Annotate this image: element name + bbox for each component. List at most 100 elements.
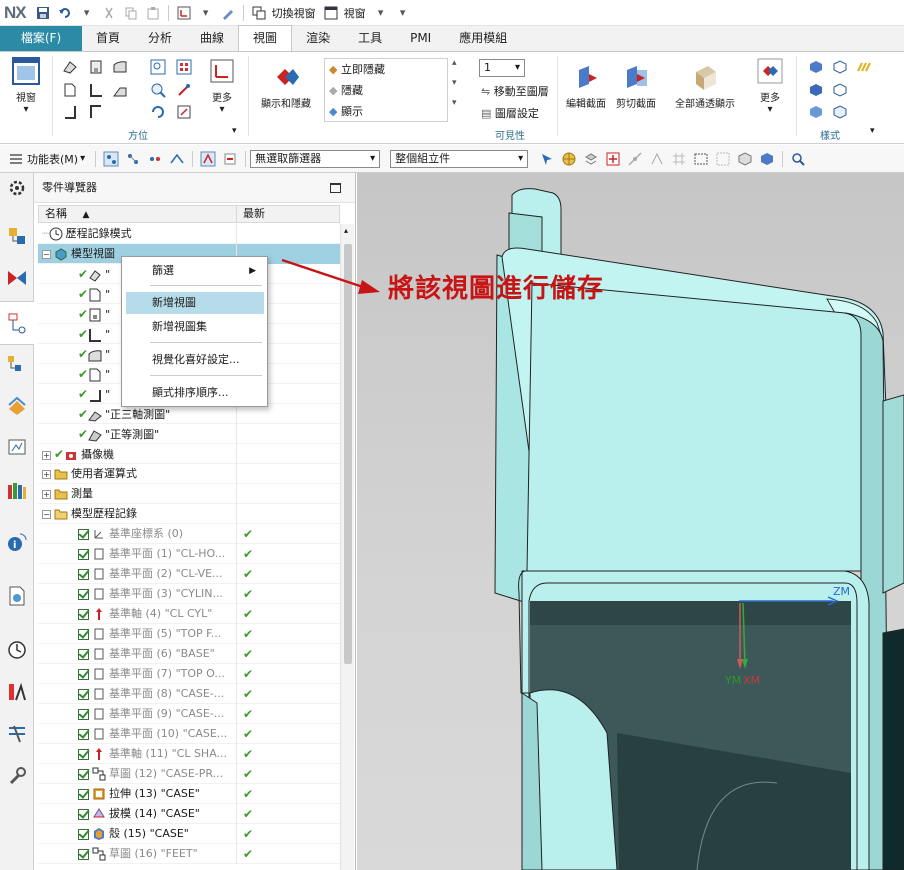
zoom-icon[interactable] [176, 59, 192, 75]
rectangle-select-icon[interactable] [693, 151, 709, 167]
column-latest-header[interactable]: 最新 [237, 206, 265, 222]
magnifier-icon[interactable] [790, 151, 806, 167]
checkbox[interactable] [78, 548, 89, 560]
checkbox[interactable] [78, 768, 89, 780]
rotate-icon[interactable] [150, 104, 166, 120]
checkbox[interactable] [78, 808, 89, 820]
top-view-icon[interactable] [88, 82, 104, 98]
checkbox[interactable] [78, 648, 89, 660]
tree-node-feature[interactable]: 基準平面 (5) "TOP F... ✔ [38, 624, 340, 644]
select-feature-icon[interactable] [103, 151, 119, 167]
group-expand-icon[interactable]: ▾ [870, 126, 875, 136]
checkbox[interactable] [78, 828, 89, 840]
tree-node-feature[interactable]: 基準平面 (10) "CASE... ✔ [38, 724, 340, 744]
solid-body-icon[interactable] [759, 151, 775, 167]
shaded-icon[interactable] [808, 82, 824, 98]
process-studio-icon[interactable] [6, 585, 28, 607]
visibility-scroll[interactable]: ▴ ▾ ▾ [452, 58, 457, 108]
checkbox[interactable] [78, 748, 89, 760]
front-view-icon[interactable] [62, 82, 78, 98]
expand-icon[interactable]: + [42, 469, 51, 479]
edit-section-button[interactable]: 編輯截面 [562, 62, 610, 110]
component-icon[interactable] [737, 151, 753, 167]
undo-icon[interactable] [56, 4, 74, 22]
analysis-icon[interactable] [832, 104, 848, 120]
tree-node-feature[interactable]: 基準平面 (9) "CASE-... ✔ [38, 704, 340, 724]
zoom-window-icon[interactable] [150, 82, 166, 98]
hide-item[interactable]: ◆ 隱藏 [325, 80, 447, 101]
pencil-icon[interactable] [219, 4, 237, 22]
trimetric-icon[interactable] [62, 59, 78, 75]
layer-select[interactable]: 1 [479, 59, 525, 77]
snap-options-icon[interactable] [222, 151, 238, 167]
wcs-icon[interactable] [175, 4, 193, 22]
checkbox[interactable] [78, 528, 89, 540]
checkbox[interactable] [78, 688, 89, 700]
tab-view[interactable]: 視圖 [238, 25, 293, 51]
globe-icon[interactable] [561, 151, 577, 167]
tree-node-feature[interactable]: 基準平面 (6) "BASE" ✔ [38, 644, 340, 664]
scrollbar-thumb[interactable] [344, 244, 352, 664]
collapse-icon[interactable]: − [42, 509, 51, 519]
gear-icon[interactable] [6, 177, 28, 199]
wcs-dropdown-icon[interactable]: ▾ [197, 4, 215, 22]
wireframe-icon[interactable] [832, 59, 848, 75]
clip-section-button[interactable]: 剪切截面 [612, 62, 660, 110]
select-layer-icon[interactable] [583, 151, 599, 167]
checkbox[interactable] [78, 588, 89, 600]
menu-item-new-view[interactable]: 新增視圖 [126, 292, 264, 314]
paste-icon[interactable] [144, 4, 162, 22]
clock-icon[interactable] [6, 639, 28, 661]
constraint-navigator-icon[interactable] [6, 267, 28, 289]
checkbox[interactable] [78, 568, 89, 580]
reuse-library-icon[interactable] [6, 353, 28, 375]
selection-scope-dropdown[interactable]: 整個組立件 [390, 149, 529, 168]
tree-node-feature[interactable]: 草圖 (16) "FEET" ✔ [38, 844, 340, 864]
tree-node-feature[interactable]: 基準平面 (2) "CL-VE... ✔ [38, 564, 340, 584]
partial-shaded-icon[interactable] [808, 104, 824, 120]
tab-pmi[interactable]: PMI [396, 26, 445, 51]
group-expand-icon[interactable]: ▾ [232, 126, 237, 136]
left-view-icon[interactable] [112, 59, 128, 75]
show-item[interactable]: ◆ 顯示 [325, 101, 447, 122]
save-icon[interactable] [34, 4, 52, 22]
menu-item-display-order[interactable]: 顯式排序順序... [126, 382, 264, 404]
tree-node-model-history[interactable]: − 模型歷程記錄 [38, 504, 340, 524]
tree-node-feature[interactable]: 基準平面 (1) "CL-HO... ✔ [38, 544, 340, 564]
checkbox[interactable] [78, 848, 89, 860]
tree-node-feature[interactable]: 基準平面 (7) "TOP O... ✔ [38, 664, 340, 684]
snap-icon[interactable] [200, 151, 216, 167]
checkbox[interactable] [78, 708, 89, 720]
history-palette-icon[interactable] [6, 479, 28, 501]
menu-icon[interactable] [8, 151, 24, 167]
all-see-through-button[interactable]: 全部通透顯示 [668, 62, 742, 110]
scroll-up-icon[interactable]: ▴ [344, 226, 348, 235]
select-assembly-icon[interactable] [125, 151, 141, 167]
window-dropdown-icon[interactable]: ▾ [372, 4, 390, 22]
assembly-navigator-icon[interactable] [6, 225, 28, 247]
general-select-icon[interactable] [539, 151, 555, 167]
pan-icon[interactable] [176, 82, 192, 98]
tree-node-feature[interactable]: 基準座標系 (0) ✔ [38, 524, 340, 544]
customize-qat-icon[interactable]: ▾ [394, 4, 412, 22]
system-scenes-icon[interactable] [6, 723, 28, 745]
checkbox[interactable] [78, 728, 89, 740]
bottom-view-icon[interactable] [62, 104, 78, 120]
tree-node-history-mode[interactable]: ┈ 歷程記錄模式 [38, 224, 340, 244]
tree-node-feature[interactable]: 基準軸 (11) "CL SHA... ✔ [38, 744, 340, 764]
tab-render[interactable]: 渲染 [292, 26, 344, 51]
checkbox[interactable] [78, 788, 89, 800]
menu-item-visualization-prefs[interactable]: 視覺化喜好設定... [126, 349, 264, 371]
info-icon[interactable]: i [6, 531, 28, 553]
roles-icon[interactable] [6, 681, 28, 703]
tree-node-feature[interactable]: 基準軸 (4) "CL CYL" ✔ [38, 604, 340, 624]
refresh-icon[interactable] [176, 104, 192, 120]
grid-icon[interactable] [671, 151, 687, 167]
tree-node-user-expressions[interactable]: + 使用者運算式 [38, 464, 340, 484]
move-to-layer-button[interactable]: ⇋ 移動至圖層 [481, 83, 549, 99]
tree-node-feature[interactable]: 草圖 (12) "CASE-PR... ✔ [38, 764, 340, 784]
tree-node-feature[interactable]: 基準平面 (3) "CYLIN... ✔ [38, 584, 340, 604]
show-hide-button[interactable]: 顯示和隱藏 [256, 62, 316, 110]
menu-dropdown-icon[interactable]: ▾ [80, 153, 85, 164]
part-navigator-tab[interactable] [0, 301, 34, 345]
